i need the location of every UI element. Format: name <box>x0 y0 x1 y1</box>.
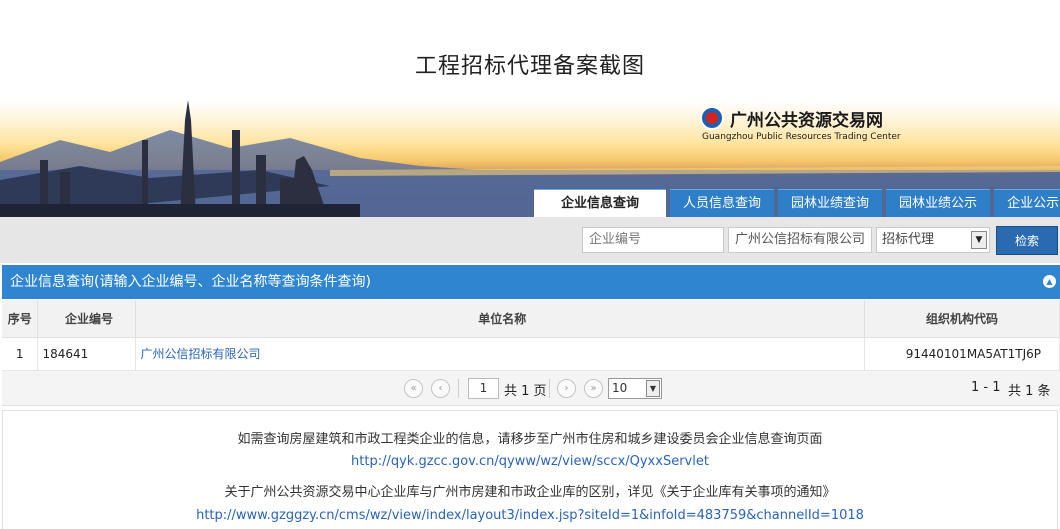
tab-landscape-performance-query[interactable]: 园林业绩查询 <box>778 189 883 217</box>
triangle-down-icon: ▼ <box>646 380 660 397</box>
pager-divider <box>458 379 459 398</box>
logo-emblem-icon <box>700 106 724 130</box>
search-button[interactable]: 检索 <box>996 226 1058 255</box>
page-number-input[interactable]: 1 <box>468 378 499 399</box>
tab-personnel-query[interactable]: 人员信息查询 <box>670 189 775 217</box>
total-pages-text: 共 1 页 <box>504 384 547 399</box>
nav-tabs: 企业信息查询 人员信息查询 园林业绩查询 园林业绩公示 企业公示 <box>534 189 1060 217</box>
record-range-text: 1 - 1 <box>971 380 1001 395</box>
company-name-input[interactable]: 广州公信招标有限公司 <box>728 227 872 253</box>
logo-subtitle: Guangzhou Public Resources Trading Cente… <box>702 132 901 142</box>
row-company-name-link[interactable]: 广州公信招标有限公司 <box>140 347 260 361</box>
row-company-name-cell: 广州公信招标有限公司 <box>135 337 866 371</box>
column-header-code[interactable]: 企业编号 <box>37 300 137 338</box>
search-bar: 企业编号 广州公信招标有限公司 招标代理 ▼ 检索 <box>0 217 1060 263</box>
table-header-row: 序号 企业编号 单位名称 组织机构代码 <box>2 300 1060 338</box>
notice-link-1[interactable]: http://qyk.gzcc.gov.cn/qyww/wz/view/sccx… <box>3 454 1057 469</box>
column-header-org-code[interactable]: 组织机构代码 <box>864 300 1060 338</box>
notice-line-1: 如需查询房屋建筑和市政工程类企业的信息，请移步至广州市住房和城乡建设委员会企业信… <box>237 432 823 447</box>
logo-title: 广州公共资源交易网 <box>730 111 883 131</box>
pager-divider <box>549 379 550 398</box>
results-table: 序号 企业编号 单位名称 组织机构代码 1 184641 广州公信招标有限公司 … <box>2 300 1060 371</box>
notice-link-2[interactable]: http://www.gzggzy.cn/cms/wz/view/index/l… <box>3 508 1057 523</box>
tab-company-notice[interactable]: 企业公示 <box>994 189 1060 217</box>
tab-company-query[interactable]: 企业信息查询 <box>534 189 667 217</box>
tab-landscape-performance-notice[interactable]: 园林业绩公示 <box>886 189 991 217</box>
total-records-text: 共 1 条 <box>1008 384 1051 399</box>
company-code-input[interactable]: 企业编号 <box>582 227 724 253</box>
chevron-up-icon[interactable]: ▲ <box>1043 275 1056 288</box>
notice-box: 如需查询房屋建筑和市政工程类企业的信息，请移步至广州市住房和城乡建设委员会企业信… <box>2 410 1058 529</box>
row-company-code: 184641 <box>37 337 137 371</box>
page-size-value: 10 <box>612 381 628 395</box>
site-logo[interactable]: 广州公共资源交易网 Guangzhou Public Resources Tra… <box>700 104 901 144</box>
panel-header: 企业信息查询(请输入企业编号、企业名称等查询条件查询) ▲ <box>2 265 1060 299</box>
chevron-left-icon[interactable]: ‹ <box>431 379 450 398</box>
column-header-index[interactable]: 序号 <box>2 300 39 338</box>
column-header-name[interactable]: 单位名称 <box>135 300 866 338</box>
page-title: 工程招标代理备案截图 <box>414 54 645 79</box>
page-size-select[interactable]: 10 ▼ <box>608 378 662 399</box>
company-type-value: 招标代理 <box>882 232 935 247</box>
row-org-code: 91440101MA5AT1TJ6P <box>864 337 1060 371</box>
triangle-down-icon: ▼ <box>971 231 987 249</box>
panel-title: 企业信息查询(请输入企业编号、企业名称等查询条件查询) <box>10 274 371 290</box>
chevron-right-icon[interactable]: › <box>557 379 576 398</box>
notice-line-2: 关于广州公共资源交易中心企业库与广州市房建和市政企业库的区别，详见《关于企业库有… <box>224 485 836 500</box>
row-index: 1 <box>2 337 39 371</box>
double-chevron-right-icon[interactable]: » <box>584 379 603 398</box>
company-type-select[interactable]: 招标代理 ▼ <box>876 227 990 253</box>
table-row[interactable]: 1 184641 广州公信招标有限公司 91440101MA5AT1TJ6P <box>2 337 1060 371</box>
pagination-bar: « ‹ 1 共 1 页 › » 10 ▼ 1 - 1 共 1 条 <box>2 371 1060 406</box>
double-chevron-left-icon[interactable]: « <box>404 379 423 398</box>
